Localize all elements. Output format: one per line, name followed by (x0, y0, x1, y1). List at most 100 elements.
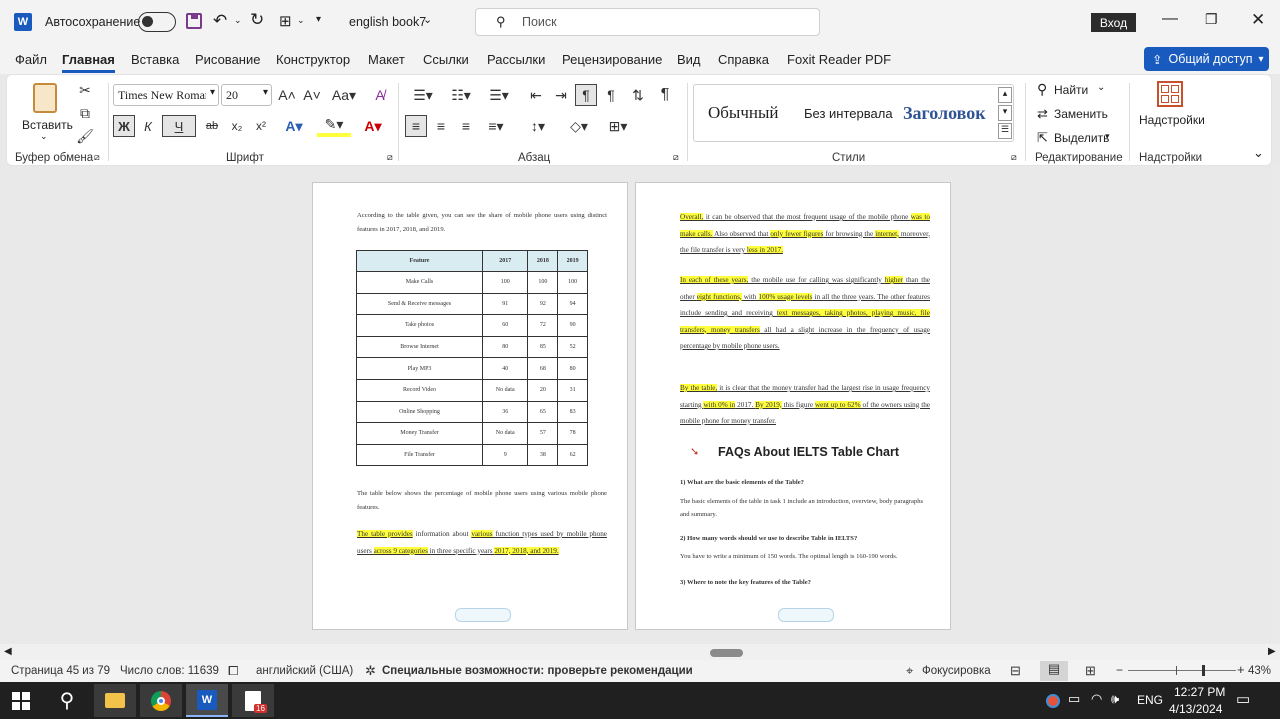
clock-time[interactable]: 12:27 PM (1174, 685, 1225, 699)
decrease-indent-icon[interactable]: ⇤ (525, 84, 547, 106)
change-case-icon[interactable]: Aa▾ (329, 84, 359, 106)
bullets-icon[interactable]: ☰▾ (407, 84, 439, 106)
share-button[interactable]: ⇪ Общий доступ ▾ (1144, 47, 1269, 71)
word-taskbar-button[interactable]: W (186, 684, 228, 717)
autosave-toggle[interactable] (138, 12, 176, 32)
collapse-ribbon-icon[interactable]: ⌄ (1253, 145, 1264, 161)
ltr-icon[interactable]: ¶ (575, 84, 597, 106)
redo-icon[interactable]: ↻ (250, 10, 264, 30)
tab-layout[interactable]: Макет (368, 52, 405, 67)
bold-button[interactable]: Ж (113, 115, 135, 137)
tab-insert[interactable]: Вставка (131, 52, 179, 67)
document-name[interactable]: english book7 (349, 15, 426, 29)
strikethrough-icon[interactable]: ab (201, 115, 223, 137)
page-left[interactable]: According to the table given, you can se… (312, 182, 628, 630)
replace-button[interactable]: Заменить (1054, 107, 1108, 121)
shading-icon[interactable]: ◇▾ (564, 115, 594, 137)
close-icon[interactable]: ✕ (1251, 10, 1265, 30)
subscript-icon[interactable]: x₂ (226, 115, 248, 137)
styles-scroll-up-icon[interactable]: ▴ (998, 87, 1012, 103)
superscript-icon[interactable]: x² (250, 115, 272, 137)
find-chevron-icon[interactable]: ⌄ (1097, 82, 1105, 93)
zoom-slider[interactable] (1128, 665, 1236, 676)
zoom-out-icon[interactable]: − (1116, 663, 1123, 677)
wifi-icon[interactable]: ◠ (1091, 691, 1102, 707)
word-count[interactable]: Число слов: 11639 (120, 665, 219, 677)
find-button[interactable]: Найти (1054, 83, 1088, 97)
paste-button[interactable]: Вставить ⌄ (21, 81, 73, 145)
align-center-icon[interactable]: ≡ (430, 115, 452, 137)
table-icon[interactable]: ⊞ (279, 12, 292, 30)
copy-icon[interactable]: ⧉ (74, 102, 96, 124)
increase-indent-icon[interactable]: ⇥ (550, 84, 572, 106)
zoom-in-icon[interactable]: + (1237, 662, 1245, 677)
font-launcher-icon[interactable]: ⧄ (387, 152, 393, 163)
clear-formatting-icon[interactable]: A̸ (369, 84, 391, 106)
highlight-color-icon[interactable]: ✎▾ (317, 115, 351, 137)
restore-icon[interactable]: ❐ (1205, 11, 1218, 28)
show-marks-icon[interactable]: ¶ (654, 84, 676, 106)
format-painter-icon[interactable]: 🖌 (74, 125, 96, 147)
sort-icon[interactable]: ⇅ (627, 84, 649, 106)
line-spacing-icon[interactable]: ↕▾ (523, 115, 553, 137)
page-right[interactable]: Overall, it can be observed that the mos… (635, 182, 951, 630)
rtl-icon[interactable]: ¶ (600, 84, 622, 106)
style-normal[interactable]: Обычный (708, 103, 779, 123)
page-count[interactable]: Страница 45 из 79 (11, 665, 110, 677)
tab-file[interactable]: Файл (15, 52, 47, 67)
underline-button[interactable]: Ч (162, 115, 196, 137)
tab-references[interactable]: Ссылки (423, 52, 469, 67)
signin-button[interactable]: Вход (1091, 13, 1136, 32)
scroll-left-icon[interactable]: ◀ (4, 646, 12, 657)
document-area[interactable]: According to the table given, you can se… (0, 166, 1280, 644)
styles-launcher-icon[interactable]: ⧄ (1011, 152, 1017, 163)
numbering-icon[interactable]: ☷▾ (445, 84, 477, 106)
tab-design[interactable]: Конструктор (276, 52, 350, 67)
zoom-level[interactable]: 43% (1248, 665, 1271, 677)
align-right-icon[interactable]: ≡ (455, 115, 477, 137)
table-dropdown-icon[interactable]: ⌄ (297, 15, 305, 26)
multilevel-list-icon[interactable]: ☰▾ (483, 84, 515, 106)
clipboard-launcher-icon[interactable]: ⧄ (94, 152, 100, 163)
scroll-thumb[interactable] (710, 649, 743, 657)
tab-review[interactable]: Рецензирование (562, 52, 662, 67)
styles-more-icon[interactable]: ☰ (998, 123, 1012, 139)
font-color-icon[interactable]: A▾ (357, 115, 389, 137)
text-effects-icon[interactable]: A▾ (279, 115, 309, 137)
undo-dropdown-icon[interactable]: ⌄ (234, 15, 242, 26)
justify-icon[interactable]: ≡▾ (481, 115, 511, 137)
chrome-button[interactable] (140, 684, 182, 717)
tab-home[interactable]: Главная (62, 52, 115, 73)
focus-button[interactable]: Фокусировка (922, 665, 991, 677)
search-taskbar-button[interactable]: ⚲ (46, 684, 88, 717)
undo-icon[interactable]: ↶ (213, 11, 227, 31)
search-box[interactable]: ⚲ Поиск (475, 8, 820, 36)
cut-icon[interactable]: ✂ (74, 79, 96, 101)
read-mode-icon[interactable]: ⊟ (1010, 663, 1021, 679)
style-heading[interactable]: Заголовок (903, 103, 986, 124)
web-layout-icon[interactable]: ⊞ (1085, 663, 1096, 679)
language-status[interactable]: английский (США) (256, 665, 353, 677)
select-button[interactable]: Выделить (1054, 131, 1109, 145)
shrink-font-icon[interactable]: A˅ (301, 84, 323, 106)
volume-icon[interactable]: 🕪 (1111, 691, 1119, 707)
battery-icon[interactable]: ▭ (1068, 691, 1080, 707)
scroll-right-icon[interactable]: ▶ (1268, 646, 1276, 657)
borders-icon[interactable]: ⊞▾ (603, 115, 633, 137)
italic-button[interactable]: К (137, 115, 159, 137)
tab-mailings[interactable]: Рассылки (487, 52, 545, 67)
font-size-select[interactable]: 20 ▾ (221, 84, 272, 106)
tab-draw[interactable]: Рисование (195, 52, 260, 67)
minimize-icon[interactable]: — (1162, 10, 1178, 28)
start-button[interactable] (0, 684, 42, 717)
styles-scroll-down-icon[interactable]: ▾ (998, 105, 1012, 121)
vertical-scrollbar[interactable] (1271, 166, 1280, 644)
print-layout-icon[interactable]: ▤ (1040, 661, 1068, 681)
style-no-spacing[interactable]: Без интервала (804, 106, 893, 121)
file-explorer-button[interactable] (94, 684, 136, 717)
proofing-icon[interactable]: ⧠ (228, 663, 238, 679)
addins-button[interactable]: Надстройки (1139, 113, 1205, 127)
addins-icon[interactable] (1157, 81, 1183, 107)
font-name-select[interactable]: Times New Roman ▾ (113, 84, 219, 106)
accessibility-status[interactable]: Специальные возможности: проверьте реком… (382, 665, 693, 677)
